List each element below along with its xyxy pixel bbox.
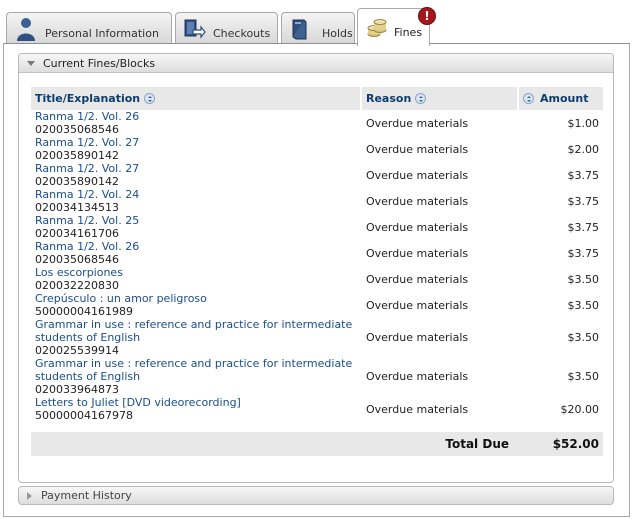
title-link[interactable]: Grammar in use : reference and practice … [35, 357, 358, 383]
table-row: Ranma 1/2. Vol. 27 020035890142 Overdue m… [31, 162, 603, 188]
fine-amount: $3.75 [567, 194, 600, 208]
tab-label: Fines [394, 25, 423, 39]
item-barcode: 020025539914 [35, 344, 119, 357]
tab-label: Checkouts [213, 27, 271, 40]
table-row: Crepúsculo : un amor peligroso 5000000416… [31, 292, 603, 318]
fine-amount: $3.75 [567, 168, 600, 182]
fine-reason: Overdue materials [366, 272, 469, 286]
fine-reason: Overdue materials [366, 298, 469, 312]
fines-content: Current Fines/Blocks Title/Explanation R… [3, 43, 630, 517]
fine-reason: Overdue materials [366, 168, 469, 182]
table-row: Ranma 1/2. Vol. 26 020035068546 Overdue m… [31, 240, 603, 266]
table-header-row: Title/Explanation Reason Amount [31, 87, 603, 110]
panel-title: Current Fines/Blocks [43, 56, 156, 70]
total-amount: $52.00 [519, 432, 603, 456]
fine-amount: $3.50 [567, 272, 600, 286]
item-barcode: 020035068546 [35, 123, 119, 136]
item-barcode: 50000004167978 [35, 409, 133, 422]
sort-icon[interactable] [415, 93, 427, 104]
table-row: Los escorpiones 020032220830 Overdue mate… [31, 266, 603, 292]
title-link[interactable]: Ranma 1/2. Vol. 26 [35, 240, 358, 253]
column-header-reason[interactable]: Reason [362, 87, 519, 110]
item-barcode: 50000004161989 [35, 305, 133, 318]
item-barcode: 020035890142 [35, 149, 119, 162]
fine-reason: Overdue materials [366, 116, 469, 130]
table-row: Ranma 1/2. Vol. 26 020035068546 Overdue m… [31, 110, 603, 136]
column-label: Amount [540, 92, 589, 105]
checkout-arrow-icon [184, 19, 206, 39]
person-icon [17, 18, 35, 41]
title-link[interactable]: Ranma 1/2. Vol. 26 [35, 110, 358, 123]
fine-reason: Overdue materials [366, 246, 469, 260]
table-row: Grammar in use : reference and practice … [31, 357, 603, 396]
column-header-amount[interactable]: Amount [519, 87, 603, 110]
tab-checkouts[interactable]: Checkouts [175, 12, 278, 45]
title-link[interactable]: Ranma 1/2. Vol. 27 [35, 162, 358, 175]
fine-amount: $1.00 [567, 116, 600, 130]
table-row: Grammar in use : reference and practice … [31, 318, 603, 357]
column-label: Reason [366, 92, 412, 105]
fine-reason: Overdue materials [366, 142, 469, 156]
item-barcode: 020035068546 [35, 253, 119, 266]
fine-reason: Overdue materials [366, 331, 469, 344]
fine-amount: $3.50 [567, 298, 600, 312]
title-link[interactable]: Crepúsculo : un amor peligroso [35, 292, 358, 305]
payment-history-panel-header[interactable]: Payment History [19, 487, 613, 504]
fine-amount: $3.75 [567, 246, 600, 260]
fine-amount: $3.50 [567, 331, 600, 344]
coins-icon [367, 18, 387, 37]
fine-amount: $20.00 [560, 402, 600, 416]
tab-bar: Personal Information Checkouts Holds Fin… [3, 3, 631, 46]
fines-table: Title/Explanation Reason Amount Ranma 1/… [31, 87, 603, 456]
spacer-row [31, 422, 603, 432]
current-fines-panel-header[interactable]: Current Fines/Blocks [19, 54, 613, 73]
fine-reason: Overdue materials [366, 220, 469, 234]
title-link[interactable]: Letters to Juliet [DVD videorecording] [35, 396, 358, 409]
fine-reason: Overdue materials [366, 402, 469, 416]
total-row: Total Due $52.00 [31, 432, 603, 456]
table-row: Letters to Juliet [DVD videorecording] 50… [31, 396, 603, 422]
book-icon [292, 19, 307, 40]
item-barcode: 020033964873 [35, 383, 119, 396]
tab-holds[interactable]: Holds [281, 12, 355, 45]
column-header-title[interactable]: Title/Explanation [31, 87, 362, 110]
fine-amount: $2.00 [567, 142, 600, 156]
sort-icon[interactable] [523, 93, 534, 104]
payment-history-panel: Payment History [18, 486, 614, 505]
table-row: Ranma 1/2. Vol. 24 020034134513 Overdue m… [31, 188, 603, 214]
title-link[interactable]: Grammar in use : reference and practice … [35, 318, 358, 344]
fine-amount: $3.50 [567, 370, 600, 383]
panel-title: Payment History [41, 489, 132, 502]
title-link[interactable]: Los escorpiones [35, 266, 358, 279]
item-barcode: 020032220830 [35, 279, 119, 292]
fine-reason: Overdue materials [366, 194, 469, 208]
total-label: Total Due [31, 432, 519, 456]
tab-label: Holds [322, 27, 353, 40]
table-row: Ranma 1/2. Vol. 25 020034161706 Overdue m… [31, 214, 603, 240]
tab-label: Personal Information [45, 27, 159, 40]
tab-personal-information[interactable]: Personal Information [6, 12, 172, 45]
title-link[interactable]: Ranma 1/2. Vol. 27 [35, 136, 358, 149]
fine-amount: $3.75 [567, 220, 600, 234]
item-barcode: 020034134513 [35, 201, 119, 214]
sort-icon[interactable] [144, 93, 156, 104]
expand-arrow-icon [27, 491, 32, 500]
title-link[interactable]: Ranma 1/2. Vol. 25 [35, 214, 358, 227]
fine-reason: Overdue materials [366, 370, 469, 383]
current-fines-panel: Current Fines/Blocks Title/Explanation R… [18, 53, 614, 483]
table-row: Ranma 1/2. Vol. 27 020035890142 Overdue m… [31, 136, 603, 162]
item-barcode: 020034161706 [35, 227, 119, 240]
alert-icon: ! [418, 7, 436, 25]
column-label: Title/Explanation [35, 92, 141, 105]
title-link[interactable]: Ranma 1/2. Vol. 24 [35, 188, 358, 201]
item-barcode: 020035890142 [35, 175, 119, 188]
collapse-arrow-icon [27, 60, 35, 66]
